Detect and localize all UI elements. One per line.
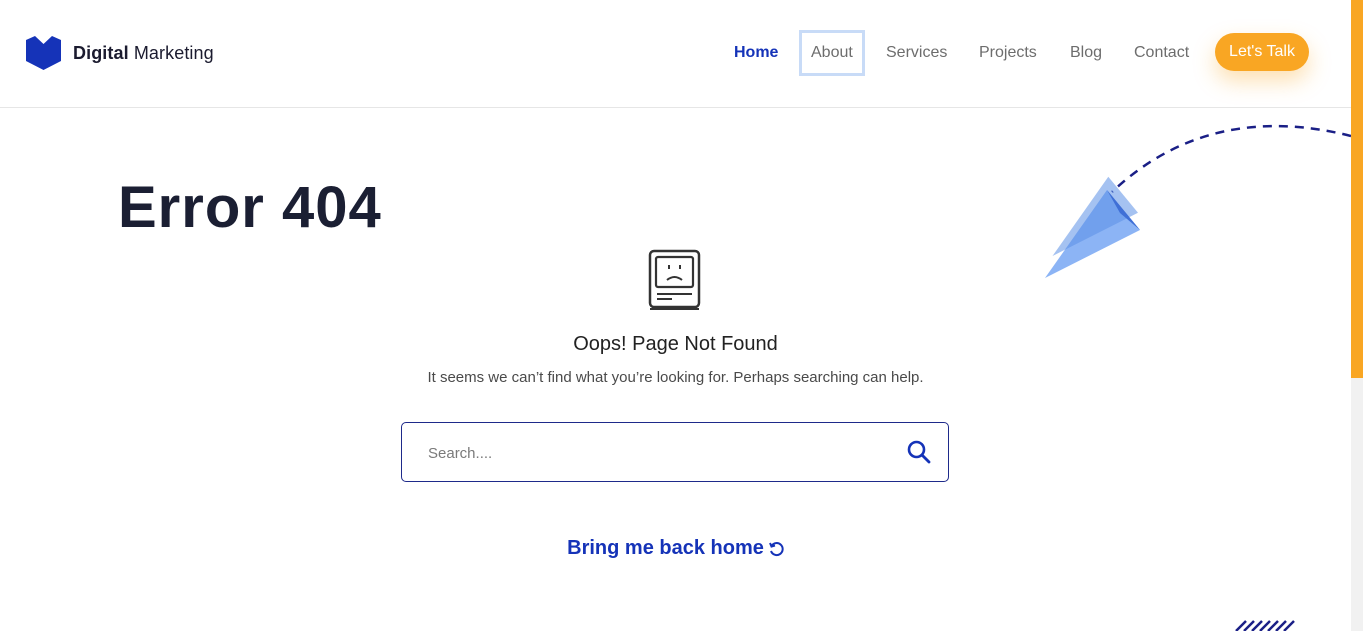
back-home-label: Bring me back home bbox=[567, 537, 764, 559]
decorative-stripes bbox=[1235, 620, 1295, 631]
search-form bbox=[401, 422, 949, 482]
search-icon[interactable] bbox=[906, 439, 932, 465]
page-title: Error 404 bbox=[118, 175, 382, 240]
search-input[interactable] bbox=[426, 439, 870, 467]
not-found-heading: Oops! Page Not Found bbox=[573, 333, 778, 355]
sad-computer-icon bbox=[648, 249, 701, 310]
back-home-link[interactable]: Bring me back home bbox=[0, 537, 1351, 560]
nav-item-blog[interactable]: Blog bbox=[1070, 30, 1102, 76]
not-found-description: It seems we can’t find what you’re looki… bbox=[427, 369, 924, 386]
nav-item-about[interactable]: About bbox=[799, 30, 865, 76]
nav-item-contact[interactable]: Contact bbox=[1134, 30, 1189, 76]
nav-item-home[interactable]: Home bbox=[734, 30, 778, 76]
page-scrollbar-thumb[interactable] bbox=[1351, 0, 1363, 378]
main-nav: Home About Services Projects Blog Contac… bbox=[0, 30, 1351, 76]
nav-item-projects[interactable]: Projects bbox=[979, 30, 1037, 76]
site-header: Digital Marketing Home About Services Pr… bbox=[0, 0, 1351, 108]
lets-talk-button[interactable]: Let's Talk bbox=[1215, 33, 1309, 71]
nav-item-services[interactable]: Services bbox=[886, 30, 947, 76]
refresh-icon bbox=[768, 541, 784, 556]
paper-plane-icon bbox=[1045, 124, 1351, 278]
